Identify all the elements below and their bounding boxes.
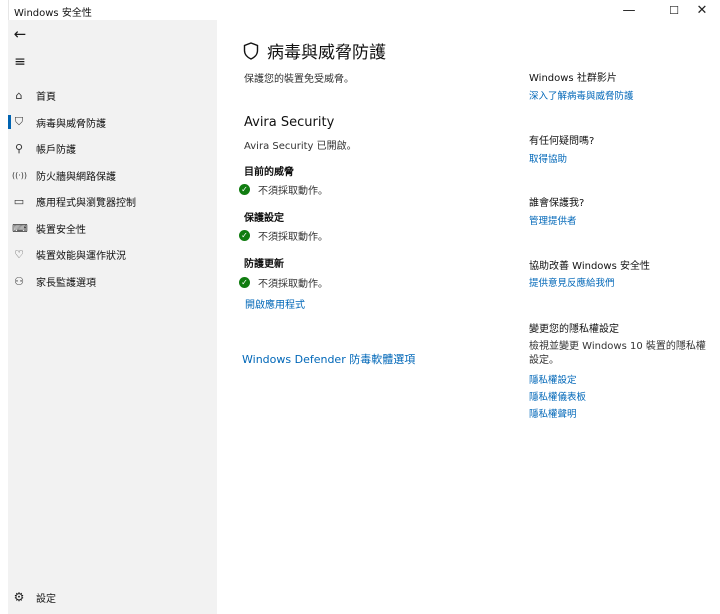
community-videos-heading: Windows 社群影片 — [529, 73, 617, 84]
defender-options-link[interactable]: Windows Defender 防毒軟體選項 — [242, 351, 415, 367]
privacy-description: 檢視並變更 Windows 10 裝置的隱私權設定。 — [529, 341, 706, 366]
main-content: 病毒與威脅防護 保護您的裝置免受威脅。 Avira Security Avira… — [217, 20, 507, 614]
sidebar-item-label: 裝置效能與運作狀況 — [36, 250, 126, 262]
sidebar-item-label: 裝置安全性 — [36, 224, 86, 236]
privacy-statement-link[interactable]: 隱私權聲明 — [529, 406, 577, 420]
home-icon: ⌂ — [15, 88, 23, 102]
checkmark-icon: ✓ — [239, 184, 250, 195]
protection-settings-status: ✓ 不須採取動作。 — [239, 228, 328, 243]
person-icon: ⚲ — [14, 141, 24, 155]
sidebar-item-label: 首頁 — [36, 91, 56, 103]
sidebar-item-label: 防火牆與網路保護 — [36, 171, 116, 183]
shield-icon — [243, 41, 259, 60]
protection-settings-heading: 保護設定 — [244, 213, 284, 224]
laptop-icon: ⌨ — [12, 221, 28, 235]
hamburger-menu-icon[interactable]: ≡ — [12, 54, 28, 70]
page-subtitle: 保護您的裝置免受威脅。 — [244, 74, 354, 85]
sidebar-item-device-security[interactable]: ⌨ 裝置安全性 — [8, 216, 217, 240]
get-help-link[interactable]: 取得協助 — [529, 151, 567, 165]
sidebar-item-family-options[interactable]: ⚇ 家長監護選項 — [8, 269, 217, 293]
back-arrow-icon[interactable]: ← — [12, 25, 28, 43]
checkmark-icon: ✓ — [239, 230, 250, 241]
status-text: 不須採取動作。 — [258, 232, 328, 243]
sidebar-item-firewall[interactable]: ((·)) 防火牆與網路保護 — [8, 163, 217, 187]
improve-heading: 協助改善 Windows 安全性 — [529, 261, 650, 272]
sidebar-item-label: 應用程式與瀏覽器控制 — [36, 197, 136, 209]
sidebar-item-home[interactable]: ⌂ 首頁 — [8, 83, 217, 107]
sidebar-item-app-browser-control[interactable]: ▭ 應用程式與瀏覽器控制 — [8, 189, 217, 213]
shield-icon: ⛉ — [14, 115, 24, 128]
manage-providers-link[interactable]: 管理提供者 — [529, 213, 577, 227]
family-icon: ⚇ — [14, 274, 24, 288]
sidebar-item-label: 設定 — [36, 593, 56, 605]
questions-heading: 有任何疑問嗎? — [529, 136, 595, 147]
sidebar-item-label: 家長監護選項 — [36, 277, 96, 289]
browser-icon: ▭ — [13, 194, 25, 208]
feedback-link[interactable]: 提供意見反應給我們 — [529, 275, 615, 289]
protection-updates-status: ✓ 不須採取動作。 — [239, 275, 328, 290]
privacy-heading: 變更您的隱私權設定 — [529, 324, 619, 335]
checkmark-icon: ✓ — [239, 277, 250, 288]
privacy-settings-link[interactable]: 隱私權設定 — [529, 372, 577, 386]
open-app-link[interactable]: 開啟應用程式 — [245, 296, 305, 311]
provider-name: Avira Security — [244, 115, 335, 130]
learn-more-link[interactable]: 深入了解病毒與威脅防護 — [529, 88, 634, 102]
privacy-dashboard-link[interactable]: 隱私權儀表板 — [529, 389, 586, 403]
sidebar-item-device-performance[interactable]: ♡ 裝置效能與運作狀況 — [8, 242, 217, 266]
status-text: 不須採取動作。 — [258, 279, 328, 290]
status-text: 不須採取動作。 — [258, 186, 328, 197]
sidebar-item-label: 病毒與威脅防護 — [36, 118, 106, 130]
sidebar-item-account-protection[interactable]: ⚲ 帳戶防護 — [8, 136, 217, 160]
sidebar-item-virus-protection[interactable]: ⛉ 病毒與威脅防護 — [8, 110, 217, 134]
heart-icon: ♡ — [14, 247, 24, 261]
minimize-button[interactable]: — — [611, 1, 647, 19]
gear-icon: ⚙ — [13, 590, 25, 604]
wireless-icon: ((·)) — [12, 170, 28, 180]
who-protects-heading: 誰會保護我? — [529, 198, 585, 209]
sidebar-item-label: 帳戶防護 — [36, 144, 76, 156]
sidebar-item-settings[interactable]: ⚙ 設定 — [8, 586, 217, 608]
page-title: 病毒與威脅防護 — [267, 43, 386, 63]
sidebar: ← ≡ ⌂ 首頁 ⛉ 病毒與威脅防護 ⚲ 帳戶防護 ((·)) 防火牆與網路保護… — [8, 20, 217, 614]
current-threats-status: ✓ 不須採取動作。 — [239, 182, 328, 197]
close-button[interactable]: ✕ — [684, 1, 720, 19]
protection-updates-heading: 防護更新 — [244, 259, 284, 270]
app-window: Windows 安全性 — ☐ ✕ ← ≡ ⌂ 首頁 ⛉ 病毒與威脅防護 ⚲ 帳… — [0, 0, 720, 614]
window-title: Windows 安全性 — [14, 8, 92, 19]
provider-status: Avira Security 已開啟。 — [244, 141, 357, 152]
current-threats-heading: 目前的威脅 — [244, 167, 294, 178]
title-bar: Windows 安全性 — ☐ ✕ — [8, 0, 720, 20]
page-header: 病毒與威脅防護 — [243, 38, 386, 63]
